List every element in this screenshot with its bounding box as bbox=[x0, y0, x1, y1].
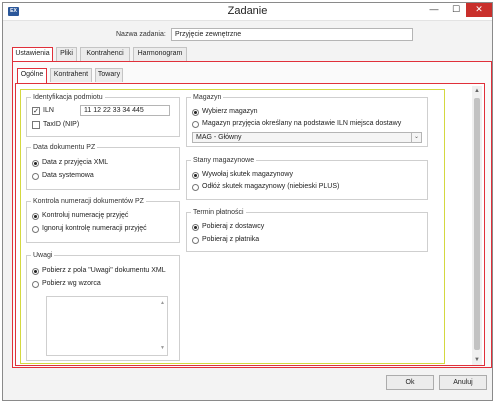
subject-id-title: Identyfikacja podmiotu bbox=[31, 93, 105, 102]
tab-contractor[interactable]: Kontrahent bbox=[50, 68, 92, 82]
stock-radio-defer[interactable] bbox=[192, 184, 199, 191]
minimize-button[interactable]: — bbox=[423, 3, 445, 17]
taxid-checkbox[interactable] bbox=[32, 121, 40, 129]
dialog-window: EX Zadanie — ☐ ✕ Nazwa zadania: Przyjęci… bbox=[2, 2, 493, 401]
tab-goods[interactable]: Towary bbox=[95, 68, 123, 82]
numbering-option-check: Kontroluj numerację przyjęć bbox=[42, 212, 129, 219]
warehouse-radio-iln[interactable] bbox=[192, 121, 199, 128]
payment-title: Termin płatności bbox=[191, 208, 246, 217]
notes-option-xml: Pobierz z pola "Uwagi" dokumentu XML bbox=[42, 267, 166, 274]
scroll-down-icon[interactable]: ▼ bbox=[472, 355, 482, 365]
close-button[interactable]: ✕ bbox=[466, 3, 492, 17]
notes-template-textarea[interactable]: ▲ ▼ bbox=[46, 296, 168, 356]
numbering-radio-ignore[interactable] bbox=[32, 226, 39, 233]
warehouse-group: Magazyn Wybierz magazyn Magazyn przyjęci… bbox=[186, 93, 428, 147]
arrow-down-icon[interactable]: ▼ bbox=[159, 345, 166, 352]
maximize-button[interactable]: ☐ bbox=[445, 3, 467, 17]
notes-title: Uwagi bbox=[31, 251, 55, 260]
scroll-thumb[interactable] bbox=[474, 98, 480, 350]
tab-general[interactable]: Ogólne bbox=[17, 68, 47, 83]
notes-option-template: Pobierz wg wzorca bbox=[42, 280, 101, 287]
warehouse-option-iln: Magazyn przyjęcia określany na podstawie… bbox=[202, 120, 402, 127]
stock-option-defer: Odłóż skutek magazynowy (niebieski PLUS) bbox=[202, 183, 340, 190]
content-area: Identyfikacja podmiotu ✓ ILN 11 12 22 33… bbox=[20, 89, 445, 364]
ok-button[interactable]: Ok bbox=[386, 375, 434, 390]
payment-option-payer: Pobieraj z płatnika bbox=[202, 236, 260, 243]
warehouse-radio-choose[interactable] bbox=[192, 109, 199, 116]
settings-panel: Ogólne Kontrahent Towary Identyfikacja p… bbox=[12, 61, 492, 368]
warehouse-option-choose: Wybierz magazyn bbox=[202, 108, 258, 115]
taxid-label: TaxID (NIP) bbox=[43, 121, 80, 128]
iln-checkbox[interactable]: ✓ bbox=[32, 107, 40, 115]
pz-date-option-xml: Data z przyjęcia XML bbox=[42, 159, 109, 166]
arrow-up-icon[interactable]: ▲ bbox=[159, 300, 166, 307]
payment-radio-payer[interactable] bbox=[192, 237, 199, 244]
title-bar: EX Zadanie — ☐ ✕ bbox=[3, 3, 492, 21]
iln-input[interactable]: 11 12 22 33 34 445 bbox=[80, 105, 170, 116]
notes-textarea-scrollbar[interactable]: ▲ ▼ bbox=[159, 298, 166, 354]
numbering-option-ignore: Ignoruj kontrolę numeracji przyjęć bbox=[42, 225, 147, 232]
warehouse-select-value: MAG - Główny bbox=[196, 134, 242, 141]
chevron-down-icon[interactable]: ⌄ bbox=[411, 133, 421, 142]
warehouse-select[interactable]: MAG - Główny ⌄ bbox=[192, 132, 422, 143]
subject-id-group: Identyfikacja podmiotu ✓ ILN 11 12 22 33… bbox=[26, 93, 180, 137]
tab-files[interactable]: Pliki bbox=[56, 47, 77, 61]
stock-group: Stany magazynowe Wywołaj skutek magazyno… bbox=[186, 156, 428, 200]
pz-date-radio-system[interactable] bbox=[32, 173, 39, 180]
tab-settings[interactable]: Ustawienia bbox=[12, 47, 53, 62]
cancel-button[interactable]: Anuluj bbox=[439, 375, 487, 390]
warehouse-title: Magazyn bbox=[191, 93, 224, 102]
iln-label: ILN bbox=[43, 107, 54, 114]
task-name-label: Nazwa zadania: bbox=[116, 31, 166, 38]
numbering-title: Kontrola numeracji dokumentów PZ bbox=[31, 197, 146, 206]
notes-radio-xml[interactable] bbox=[32, 268, 39, 275]
payment-group: Termin płatności Pobieraj z dostawcy Pob… bbox=[186, 208, 428, 252]
notes-group: Uwagi Pobierz z pola "Uwagi" dokumentu X… bbox=[26, 251, 180, 361]
notes-radio-template[interactable] bbox=[32, 281, 39, 288]
panel-scrollbar[interactable]: ▲ ▼ bbox=[472, 86, 482, 365]
stock-option-apply: Wywołaj skutek magazynowy bbox=[202, 171, 293, 178]
pz-date-title: Data dokumentu PZ bbox=[31, 143, 98, 152]
tab-schedule[interactable]: Harmonogram bbox=[133, 47, 187, 61]
pz-date-group: Data dokumentu PZ Data z przyjęcia XML D… bbox=[26, 143, 180, 190]
payment-option-supplier: Pobieraj z dostawcy bbox=[202, 223, 265, 230]
numbering-group: Kontrola numeracji dokumentów PZ Kontrol… bbox=[26, 197, 180, 243]
pz-date-radio-xml[interactable] bbox=[32, 160, 39, 167]
scroll-up-icon[interactable]: ▲ bbox=[472, 86, 482, 96]
window-title: Zadanie bbox=[227, 5, 268, 17]
pz-date-option-system: Data systemowa bbox=[42, 172, 94, 179]
general-panel: Identyfikacja podmiotu ✓ ILN 11 12 22 33… bbox=[15, 83, 485, 366]
payment-radio-supplier[interactable] bbox=[192, 224, 199, 231]
stock-radio-apply[interactable] bbox=[192, 172, 199, 179]
tab-contractors[interactable]: Kontrahenci bbox=[80, 47, 130, 61]
stock-title: Stany magazynowe bbox=[191, 156, 257, 165]
task-name-input[interactable]: Przyjęcie zewnętrzne bbox=[171, 28, 413, 41]
numbering-radio-check[interactable] bbox=[32, 213, 39, 220]
